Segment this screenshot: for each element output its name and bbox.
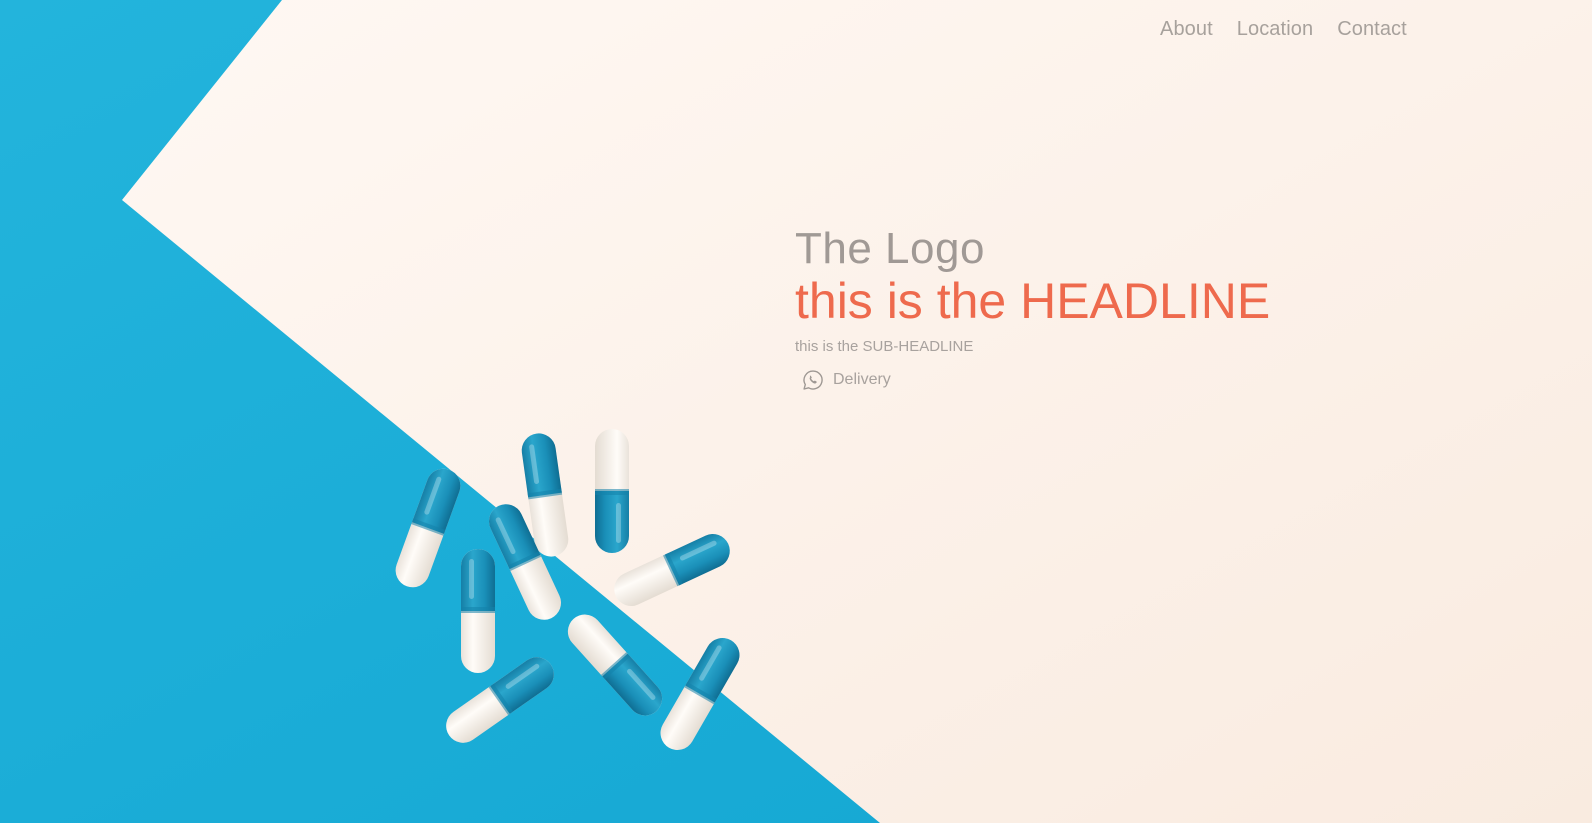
delivery-link[interactable]: Delivery <box>795 369 891 391</box>
delivery-label: Delivery <box>833 370 891 388</box>
top-nav: About Location Contact <box>1160 18 1407 41</box>
background-image <box>0 0 1592 823</box>
nav-contact[interactable]: Contact <box>1337 18 1407 41</box>
whatsapp-icon <box>802 369 824 391</box>
sub-headline: this is the SUB-HEADLINE <box>795 337 974 355</box>
nav-location[interactable]: Location <box>1237 18 1313 41</box>
nav-about[interactable]: About <box>1160 18 1213 41</box>
logo-text[interactable]: The Logo <box>795 224 1555 273</box>
hero-content: The Logo this is the HEADLINE this is th… <box>795 224 1555 391</box>
headline: this is the HEADLINE <box>795 273 1271 330</box>
hero-background <box>0 0 1592 823</box>
